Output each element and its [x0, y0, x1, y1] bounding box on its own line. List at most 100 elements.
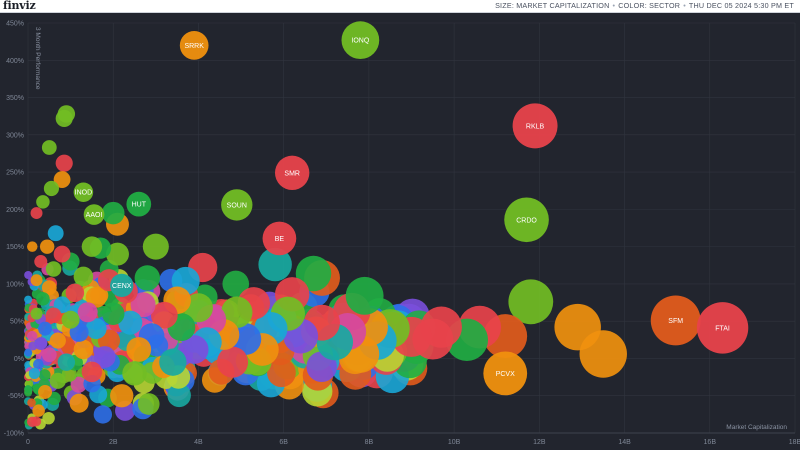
- bubble[interactable]: [38, 321, 53, 336]
- bubble[interactable]: [53, 245, 71, 263]
- bubble[interactable]: [61, 310, 80, 329]
- bubble[interactable]: [49, 332, 66, 349]
- y-tick-label: 150%: [6, 244, 24, 251]
- bubble[interactable]: [30, 274, 43, 287]
- separator-dot: •: [683, 1, 686, 10]
- bubble[interactable]: [110, 384, 134, 408]
- bubble-ticker-label: IONQ: [351, 38, 369, 45]
- bubble: [93, 405, 113, 424]
- x-tick-label: 0: [26, 439, 30, 446]
- bubble[interactable]: [47, 225, 64, 242]
- y-tick-label: 350%: [6, 95, 24, 102]
- bubble[interactable]: [126, 337, 152, 362]
- bubble[interactable]: [27, 330, 38, 342]
- y-axis-ticks: -100% -50% 0% 50% 100% 150% 200% 250% 300% 350% 40…: [4, 21, 24, 438]
- bubble-layer: [23, 105, 627, 430]
- bubble-ticker-label: CRDO: [516, 217, 537, 224]
- y-tick-label: 50%: [10, 319, 24, 326]
- bubble[interactable]: [45, 307, 62, 323]
- bubble[interactable]: [159, 348, 187, 376]
- bubble-chart: IONQ SRRK RKLB SMR INOD HUT SOUN AAOI CRDO BE CENX…: [4, 21, 800, 447]
- bubble-ticker-label: BE: [275, 236, 285, 243]
- bubble[interactable]: [57, 353, 76, 371]
- bubble[interactable]: [134, 265, 161, 291]
- bubble-ticker-label: HUT: [132, 202, 147, 209]
- y-tick-label: -50%: [8, 393, 24, 400]
- x-tick-label: 14B: [618, 439, 631, 446]
- bubble: [38, 369, 51, 381]
- x-tick-label: 6B: [279, 439, 288, 446]
- bubble[interactable]: [30, 307, 43, 320]
- bubble[interactable]: [36, 195, 50, 209]
- bubble[interactable]: [28, 367, 41, 379]
- x-tick-label: 12B: [533, 439, 546, 446]
- bubble[interactable]: [55, 154, 73, 172]
- bubble[interactable]: [41, 140, 57, 155]
- bubble[interactable]: [81, 236, 103, 257]
- bubble: [24, 295, 33, 304]
- bubble[interactable]: [142, 233, 169, 260]
- bubble[interactable]: [345, 276, 384, 315]
- y-tick-label: 250%: [6, 170, 24, 177]
- bubble[interactable]: [122, 361, 147, 386]
- chart-info: SIZE: MARKET CAPITALIZATION • COLOR: SECTO…: [495, 1, 794, 10]
- bubble[interactable]: [38, 385, 53, 399]
- y-tick-label: -100%: [4, 431, 24, 438]
- y-axis-label: 3 Month Performance: [34, 27, 41, 90]
- y-tick-label: 300%: [6, 132, 24, 139]
- bubble[interactable]: [49, 372, 66, 389]
- bubble[interactable]: [43, 180, 60, 197]
- bubble[interactable]: [81, 361, 103, 383]
- bubble: [24, 388, 33, 397]
- bubble-ticker-label: CENX: [112, 283, 132, 290]
- x-axis-ticks: 0 2B 4B 6B 8B 10B 12B 14B 16B 18B: [26, 439, 800, 446]
- bubble[interactable]: [73, 339, 94, 360]
- bubble[interactable]: [101, 201, 125, 225]
- x-tick-label: 10B: [448, 439, 461, 446]
- bubble-ticker-label: SFM: [668, 318, 683, 325]
- bubble[interactable]: [73, 266, 94, 287]
- bubble[interactable]: [69, 393, 89, 413]
- bubble[interactable]: [30, 207, 43, 220]
- size-legend-text: SIZE: MARKET CAPITALIZATION: [495, 1, 610, 10]
- bubble[interactable]: [27, 241, 38, 252]
- bubble-ticker-label: RKLB: [526, 123, 545, 130]
- bubble: [27, 398, 36, 407]
- bubble-ticker-label: PCVX: [496, 371, 515, 378]
- y-tick-label: 100%: [6, 281, 24, 288]
- bubble-ticker-label: AAOI: [86, 212, 103, 219]
- x-tick-label: 4B: [194, 439, 203, 446]
- x-tick-label: 18B: [789, 439, 800, 446]
- bubble: [137, 393, 160, 415]
- y-tick-label: 400%: [6, 58, 24, 65]
- y-tick-label: 200%: [6, 207, 24, 214]
- top-bar: finviz SIZE: MARKET CAPITALIZATION • COLOR…: [0, 0, 800, 13]
- finviz-logo[interactable]: finviz: [3, 0, 36, 12]
- y-tick-label: 450%: [6, 21, 24, 28]
- x-axis-label: Market Capitalization: [726, 424, 787, 431]
- bubble: [42, 411, 55, 425]
- x-tick-label: 16B: [704, 439, 717, 446]
- y-tick-label: 0%: [14, 356, 24, 363]
- bubble[interactable]: [34, 255, 48, 269]
- bubble-ticker-label: FTAI: [715, 325, 730, 332]
- x-tick-label: 8B: [365, 439, 374, 446]
- separator-dot: •: [612, 1, 616, 10]
- bubble[interactable]: [77, 302, 98, 323]
- timestamp-text: THU DEC 05 2024 5:30 PM ET: [688, 1, 794, 10]
- bubble[interactable]: [39, 239, 55, 254]
- bubble-ticker-label: INOD: [75, 190, 93, 197]
- color-legend-text: COLOR: SECTOR: [618, 1, 681, 10]
- x-tick-label: 2B: [109, 439, 118, 446]
- bubble-ticker-label: SMR: [284, 170, 300, 177]
- bubble[interactable]: [32, 404, 45, 417]
- bubble[interactable]: [27, 416, 38, 428]
- bubble[interactable]: [101, 302, 125, 326]
- bubble[interactable]: [216, 346, 249, 378]
- bubble[interactable]: [41, 347, 57, 363]
- bubble[interactable]: [45, 261, 62, 277]
- bubble[interactable]: [554, 303, 601, 351]
- bubble[interactable]: [55, 109, 73, 127]
- bubble[interactable]: [36, 292, 50, 306]
- bubble-ticker-label: SRRK: [184, 43, 204, 50]
